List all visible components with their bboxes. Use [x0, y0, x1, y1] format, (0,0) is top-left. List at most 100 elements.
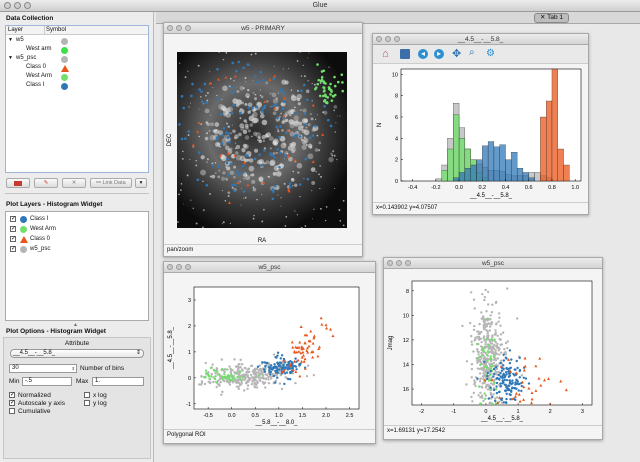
xlog-checkbox[interactable] [84, 392, 90, 398]
layer-visible-checkbox[interactable]: ✓ [10, 226, 16, 232]
scatter-point [489, 364, 492, 368]
normalized-checkbox[interactable]: ✓ [9, 392, 15, 398]
subset-row[interactable]: Class I [6, 82, 148, 91]
delete-button[interactable]: ✕ [62, 178, 86, 188]
new-data-button[interactable] [6, 178, 30, 188]
configure-icon[interactable]: ⚙ [486, 48, 495, 59]
x-tick-label: 0.4 [502, 185, 510, 191]
dataset-row[interactable]: ▼ w5_psc [6, 55, 148, 64]
plot-layer-item[interactable]: ✓ West Arm [6, 225, 146, 234]
histogram-bar [540, 116, 547, 182]
scatter-point [220, 393, 223, 396]
image-canvas[interactable]: RADEC [164, 34, 362, 244]
scatter2-plot[interactable]: -2 -1 0 1 2 3161412108__4.5__-__5.8_Jmag [384, 269, 602, 425]
scatter-point [271, 368, 274, 371]
star [254, 52, 257, 55]
star [274, 142, 276, 144]
disclosure-triangle-icon[interactable]: ▼ [8, 55, 13, 61]
dataset-row[interactable]: ▼ w5 [6, 37, 148, 46]
scatter-point [276, 371, 280, 374]
nebula-wisp [261, 119, 268, 126]
circle-symbol-icon[interactable] [61, 74, 68, 81]
subset-row[interactable]: Class 0 [6, 64, 148, 73]
star [336, 115, 338, 117]
plot-layer-item[interactable]: ✓ w5_psc [6, 245, 146, 254]
nebula-wisp [301, 144, 307, 150]
histogram-window[interactable]: __4.5__-__5.8_ ⌂ ◂ ▸ ✥ ⌕ ⚙ -0.4 -0.2 0.0 0.… [372, 33, 589, 215]
class-i-marker [196, 178, 200, 182]
scatter1-plot[interactable]: -0.5 0.0 0.5 1.0 1.5 2.0 2.5 -1 0 1 2 3 __5.8__-__8.… [164, 273, 375, 429]
zoom-icon[interactable]: ⌕ [469, 47, 475, 58]
star [265, 163, 267, 165]
layer-visible-checkbox[interactable]: ✓ [10, 236, 16, 242]
layer-visible-checkbox[interactable]: ✓ [10, 246, 16, 252]
star [215, 172, 217, 174]
attribute-select[interactable]: __4.5__-__5.8_ ⇕ [10, 349, 144, 358]
save-icon[interactable] [400, 49, 410, 59]
scatter-point [498, 347, 501, 350]
subset-row[interactable]: West Arm [6, 73, 148, 82]
histogram-plot[interactable]: -0.4 -0.2 0.0 0.2 0.4 0.6 0.8 1.0 0 2 4 6 8 10 N __4.5_… [373, 65, 588, 201]
star [197, 64, 200, 67]
image-window[interactable]: w5 - PRIMARY RA DEC pan/zoom [163, 22, 363, 257]
plot-layers-list[interactable]: ✓ Class I ✓ West Arm ✓ Class 0 ✓ w5_psc [5, 211, 149, 321]
ylog-checkbox[interactable] [84, 400, 90, 406]
scatter-point [520, 389, 523, 393]
circle-symbol-icon[interactable] [61, 47, 68, 54]
plot-layer-label: w5_psc [30, 246, 51, 252]
bins-field[interactable]: 30 ⇕ [9, 364, 77, 373]
scatter-window-2[interactable]: w5_psc -2 -1 0 1 2 3 16 14 12 10 8 __4.5__-__5.8_ Jm… [383, 257, 603, 440]
scatter-point [480, 340, 483, 344]
scatter-point [214, 380, 218, 384]
scatter-point [485, 366, 489, 369]
stepper-icon[interactable]: ⇕ [72, 365, 75, 372]
max-field[interactable]: 1. [92, 377, 144, 386]
circle-symbol-icon[interactable] [61, 38, 68, 45]
home-icon[interactable]: ⌂ [382, 48, 389, 60]
edit-button[interactable]: ✎ [34, 178, 58, 188]
layer-visible-checkbox[interactable]: ✓ [10, 216, 16, 222]
scatter-point [505, 378, 509, 382]
disclosure-triangle-icon[interactable]: ▼ [8, 37, 13, 43]
class-i-marker [184, 137, 187, 140]
plot-layer-item[interactable]: ✓ Class I [6, 215, 146, 224]
scatter-point [269, 375, 272, 378]
x-tick-label: 2 [549, 409, 552, 415]
scatter-point [484, 341, 487, 344]
circle-symbol-icon[interactable] [61, 56, 68, 63]
plot-layer-item[interactable]: ✓ Class 0 [6, 235, 146, 244]
star [200, 123, 203, 125]
scatter-point [223, 370, 226, 374]
pan-icon[interactable]: ✥ [452, 47, 461, 60]
star [302, 64, 304, 66]
subset-row[interactable]: West arm [6, 46, 148, 55]
status-divider [164, 429, 375, 430]
image-window-title: w5 - PRIMARY [241, 25, 285, 32]
back-icon[interactable]: ◂ [418, 49, 428, 59]
class-i-marker [258, 153, 261, 156]
scatter-point [522, 376, 525, 379]
class-i-marker [216, 165, 220, 169]
scatter-point [203, 382, 207, 386]
nebula-wisp [233, 176, 236, 179]
tab-1[interactable]: ✕ Tab 1 [534, 13, 570, 23]
triangle-symbol-icon[interactable] [61, 65, 69, 72]
scatter-point [514, 398, 517, 402]
nebula-image[interactable] [177, 52, 347, 228]
more-menu-button[interactable]: ▾ [135, 178, 147, 188]
link-data-button[interactable]: ⚯ Link Data [90, 178, 132, 188]
class-i-marker [230, 86, 233, 89]
layer-label: w5 [16, 37, 24, 43]
circle-symbol-icon[interactable] [61, 83, 68, 90]
star [231, 186, 234, 189]
scatter-point [261, 374, 265, 377]
star [218, 130, 220, 132]
forward-icon[interactable]: ▸ [434, 49, 444, 59]
min-field[interactable]: -.5 [22, 377, 72, 386]
star [324, 219, 327, 222]
data-collection-tree[interactable]: Layer Symbol ▼ w5 West arm ▼ w5_psc Class 0 We… [5, 25, 149, 173]
cumulative-checkbox[interactable] [9, 408, 15, 414]
scatter-window-1[interactable]: w5_psc -0.5 0.0 0.5 1.0 1.5 2.0 2.5 -1 0 1 2 3 __5.8… [163, 261, 376, 444]
scatter-point [489, 355, 492, 358]
autoscale-checkbox[interactable]: ✓ [9, 400, 15, 406]
